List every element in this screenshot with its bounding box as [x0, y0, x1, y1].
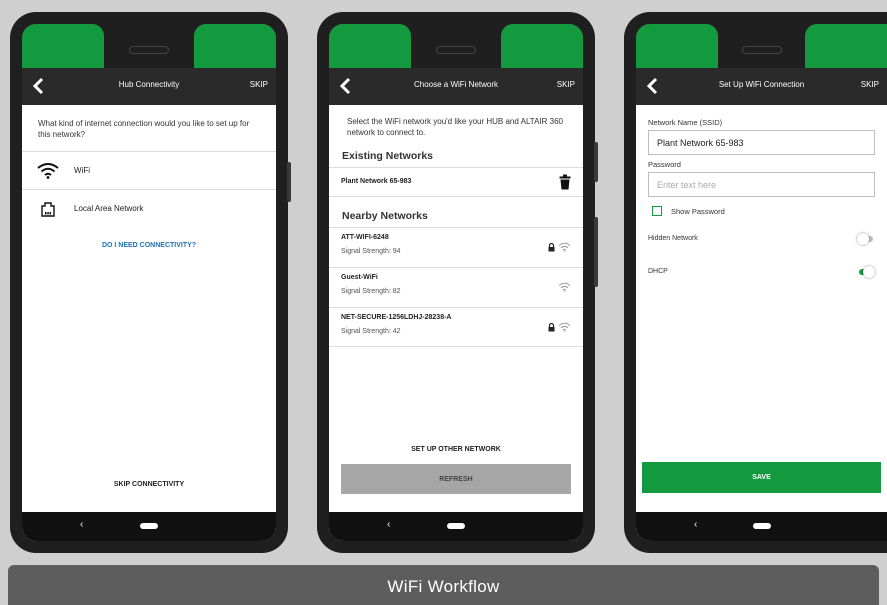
workflow-caption: WiFi Workflow — [8, 565, 879, 605]
lock-icon — [548, 322, 555, 331]
nav-back-button[interactable]: ‹ — [80, 519, 83, 530]
existing-networks-heading: Existing Networks — [342, 150, 434, 162]
wifi-signal-icon — [558, 242, 571, 252]
speaker-grille — [436, 46, 476, 54]
dhcp-row: DHCP — [636, 255, 887, 288]
hidden-network-label: Hidden Network — [648, 235, 698, 242]
home-pill[interactable] — [140, 523, 158, 529]
status-bar-right — [194, 24, 276, 68]
hidden-network-row: Hidden Network — [636, 222, 887, 255]
phone-setup-wifi: Set Up WiFi Connection SKIP Network Name… — [624, 12, 887, 553]
wifi-signal-icon — [558, 282, 571, 292]
dhcp-toggle[interactable] — [857, 265, 875, 278]
ethernet-icon — [34, 199, 62, 219]
page-title: Hub Connectivity — [118, 80, 180, 89]
nav-back-button[interactable]: ‹ — [694, 519, 697, 530]
hidden-network-toggle[interactable] — [857, 232, 875, 245]
speaker-grille — [129, 46, 169, 54]
system-nav-bar: ‹ — [329, 512, 583, 541]
phone-side-button — [287, 162, 291, 202]
nearby-network-row[interactable]: NET-SECURE-1256LDHJ-28238-A Signal Stren… — [329, 307, 583, 347]
phone-screen: Hub Connectivity SKIP What kind of inter… — [22, 24, 276, 541]
show-password-row[interactable]: Show Password — [636, 197, 887, 216]
content: Network Name (SSID) Password Show Passwo… — [636, 105, 887, 512]
intro-text: Select the WiFi network you'd like your … — [347, 117, 563, 137]
phone-side-button — [594, 217, 598, 287]
option-label: WiFi — [74, 166, 90, 175]
option-label: Local Area Network — [74, 204, 144, 213]
set-up-other-network-button[interactable]: SET UP OTHER NETWORK — [329, 446, 583, 453]
option-lan[interactable]: Local Area Network — [22, 189, 276, 227]
app-bar: Set Up WiFi Connection SKIP — [636, 68, 887, 105]
ssid-label: Network Name (SSID) — [648, 118, 723, 127]
content: What kind of internet connection would y… — [22, 105, 276, 512]
nav-back-button[interactable]: ‹ — [387, 519, 390, 530]
skip-connectivity-button[interactable]: SKIP CONNECTIVITY — [22, 481, 276, 488]
row-icons — [559, 174, 571, 190]
nearby-network-row[interactable]: Guest-WiFi Signal Strength: 82 — [329, 267, 583, 307]
speaker-grille — [741, 46, 782, 54]
network-name: Plant Network 65-983 — [341, 178, 412, 185]
ssid-input[interactable] — [648, 130, 875, 155]
app-bar: Hub Connectivity SKIP — [22, 68, 276, 105]
status-bar-left — [22, 24, 104, 68]
row-icons — [548, 242, 571, 252]
lock-icon — [548, 242, 555, 251]
status-bar-right — [805, 24, 887, 68]
system-nav-bar: ‹ — [636, 512, 887, 541]
skip-button[interactable]: SKIP — [557, 80, 575, 89]
skip-button[interactable]: SKIP — [861, 80, 879, 89]
content: Select the WiFi network you'd like your … — [329, 105, 583, 512]
network-name: Guest-WiFi — [341, 274, 378, 281]
refresh-button[interactable]: REFRESH — [341, 464, 571, 494]
app-bar: Choose a WiFi Network SKIP — [329, 68, 583, 105]
status-bar-right — [501, 24, 583, 68]
row-icons — [548, 322, 571, 332]
phone-screen: Set Up WiFi Connection SKIP Network Name… — [636, 24, 887, 541]
connectivity-help-link[interactable]: DO I NEED CONNECTIVITY? — [22, 242, 276, 249]
page-title: Choose a WiFi Network — [413, 80, 499, 89]
phone-side-button — [594, 142, 598, 182]
skip-button[interactable]: SKIP — [250, 80, 268, 89]
row-icons — [558, 282, 571, 292]
dhcp-label: DHCP — [648, 268, 668, 275]
wifi-icon — [34, 161, 62, 181]
trash-icon[interactable] — [559, 174, 571, 190]
show-password-label: Show Password — [671, 206, 725, 216]
show-password-checkbox[interactable] — [652, 206, 662, 216]
system-nav-bar: ‹ — [22, 512, 276, 541]
home-pill[interactable] — [752, 523, 771, 529]
status-area — [636, 24, 887, 68]
home-pill[interactable] — [447, 523, 465, 529]
existing-network-row[interactable]: Plant Network 65-983 — [329, 167, 583, 197]
password-label: Password — [648, 160, 681, 169]
wifi-signal-icon — [558, 322, 571, 332]
signal-strength: Signal Strength: 82 — [341, 288, 401, 295]
intro-text: What kind of internet connection would y… — [38, 119, 250, 139]
page-title: Set Up WiFi Connection — [718, 80, 805, 89]
option-wifi[interactable]: WiFi — [22, 151, 276, 189]
phone-hub-connectivity: Hub Connectivity SKIP What kind of inter… — [10, 12, 291, 553]
status-bar-left — [329, 24, 411, 68]
save-button[interactable]: SAVE — [642, 462, 881, 493]
nearby-network-row[interactable]: ATT-WIFI-6248 Signal Strength: 94 — [329, 227, 583, 267]
signal-strength: Signal Strength: 42 — [341, 328, 401, 335]
toggle-knob — [863, 265, 875, 278]
status-area — [329, 24, 583, 68]
nearby-networks-heading: Nearby Networks — [342, 210, 428, 222]
network-name: NET-SECURE-1256LDHJ-28238-A — [341, 314, 452, 321]
toggle-knob — [857, 232, 869, 245]
password-input[interactable] — [648, 172, 875, 197]
status-area — [22, 24, 276, 68]
signal-strength: Signal Strength: 94 — [341, 248, 401, 255]
phone-screen: Choose a WiFi Network SKIP Select the Wi… — [329, 24, 583, 541]
network-name: ATT-WIFI-6248 — [341, 234, 389, 241]
phone-choose-network: Choose a WiFi Network SKIP Select the Wi… — [317, 12, 598, 553]
status-bar-left — [636, 24, 718, 68]
